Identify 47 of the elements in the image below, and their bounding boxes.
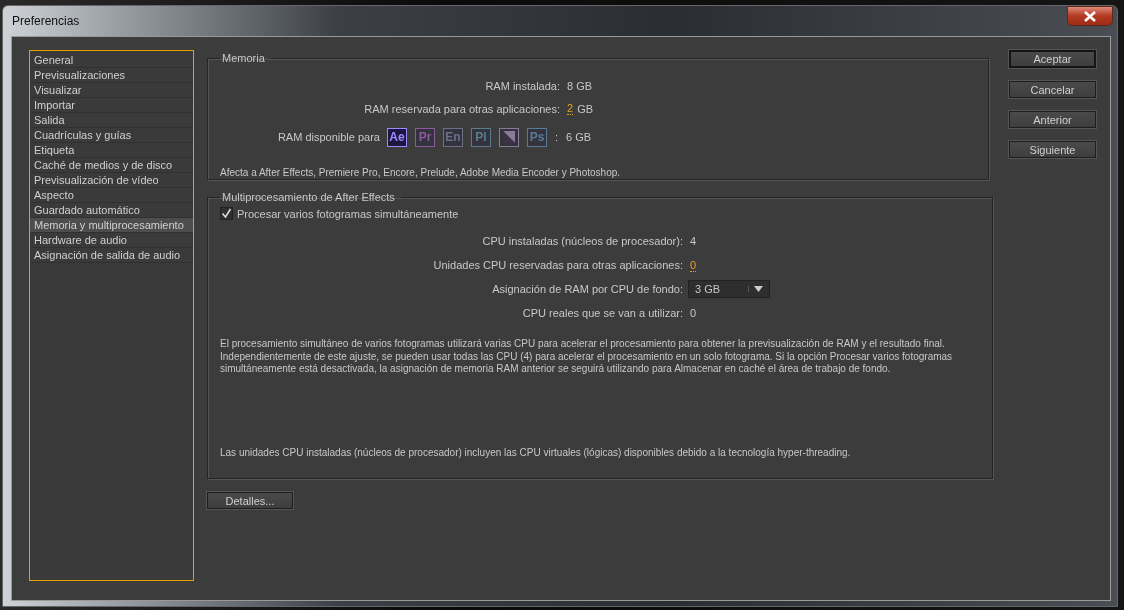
- category-item[interactable]: Importar: [30, 98, 193, 113]
- category-item[interactable]: Asignación de salida de audio: [30, 248, 193, 263]
- category-item[interactable]: Etiqueta: [30, 143, 193, 158]
- footnote-text: Las unidades CPU instaladas (núcleos de procesador) incluyen las CPU virtuales (lógicas) disponibles debido a la tecnología hyper-threading.: [220, 446, 852, 458]
- caret-icon: [748, 286, 763, 292]
- ram-dropdown[interactable]: 3 GB: [688, 280, 770, 298]
- field-label: RAM instalada:: [484, 79, 560, 92]
- category-item[interactable]: Hardware de audio: [30, 233, 193, 248]
- category-item[interactable]: Previsualizaciones: [30, 68, 193, 83]
- dialog-button[interactable]: Aceptar: [1009, 50, 1096, 68]
- unit-label: GB: [577, 102, 594, 115]
- note-text: Afecta a After Effects, Premiere Pro, Encore, Prelude, Adobe Media Encoder y Photoshop.: [220, 167, 622, 178]
- field-label: RAM disponible para: [276, 131, 380, 143]
- category-item[interactable]: General: [30, 53, 193, 68]
- field-label: RAM reservada para otras aplicaciones:: [363, 102, 560, 115]
- separator-text: :: [555, 131, 559, 143]
- field-value: 6 GB: [566, 131, 592, 143]
- close-icon: [1083, 10, 1097, 22]
- dialog-button[interactable]: Cancelar: [1009, 81, 1096, 98]
- category-item[interactable]: Memoria y multiprocesamiento: [30, 218, 193, 233]
- group-title: Multiprocesamiento de After Effects: [221, 191, 396, 203]
- checkbox[interactable]: [220, 207, 233, 220]
- window-title: Preferencias: [12, 14, 80, 28]
- field-label: Asignación de RAM por CPU de fondo:: [491, 283, 683, 295]
- category-item[interactable]: Previsualización de vídeo: [30, 173, 193, 188]
- category-item[interactable]: Visualizar: [30, 83, 193, 98]
- app-icon[interactable]: [499, 127, 519, 147]
- details-button[interactable]: Detalles...: [207, 492, 293, 509]
- field-value: 4: [690, 235, 697, 247]
- field-label: CPU reales que se van a utilizar:: [521, 307, 683, 319]
- description-text: El procesamiento simultáneo de varios fotogramas utilizará varias CPU para acelerar el procesamiento para obtener la previsualización de RAM y el resultado final. Independientemente de este ajuste, se pueden usar todas las CPU (4) para acelerar el procesamiento en un solo fotograma. Si la opción Procesar varios fotogramas simultáneamente está desactivada, la asignación de memoria RAM anterior se seguirá utilizando para Almacenar en caché el área de trabajo de fondo.: [220, 338, 954, 376]
- checkbox-label: Procesar varios fotogramas simultáneamente: [237, 207, 459, 220]
- category-item[interactable]: Aspecto: [30, 188, 193, 203]
- category-item[interactable]: Caché de medios y de disco: [30, 158, 193, 173]
- field-value: 0: [690, 307, 697, 319]
- editable-value[interactable]: 2: [567, 102, 574, 115]
- dialog-button[interactable]: Anterior: [1009, 111, 1096, 128]
- field-value: 8 GB: [567, 79, 593, 92]
- category-item[interactable]: Salida: [30, 113, 193, 128]
- group-title: Memoria: [221, 52, 266, 64]
- editable-value[interactable]: 0: [690, 258, 697, 272]
- dialog-button[interactable]: Siguiente: [1009, 141, 1096, 158]
- field-label: Unidades CPU reservadas para otras aplicaciones:: [432, 259, 683, 271]
- close-button[interactable]: [1067, 6, 1113, 26]
- category-item[interactable]: Cuadrículas y guías: [30, 128, 193, 143]
- field-label: CPU instaladas (núcleos de procesador):: [481, 235, 683, 247]
- app-badge[interactable]: Ae: [387, 127, 407, 147]
